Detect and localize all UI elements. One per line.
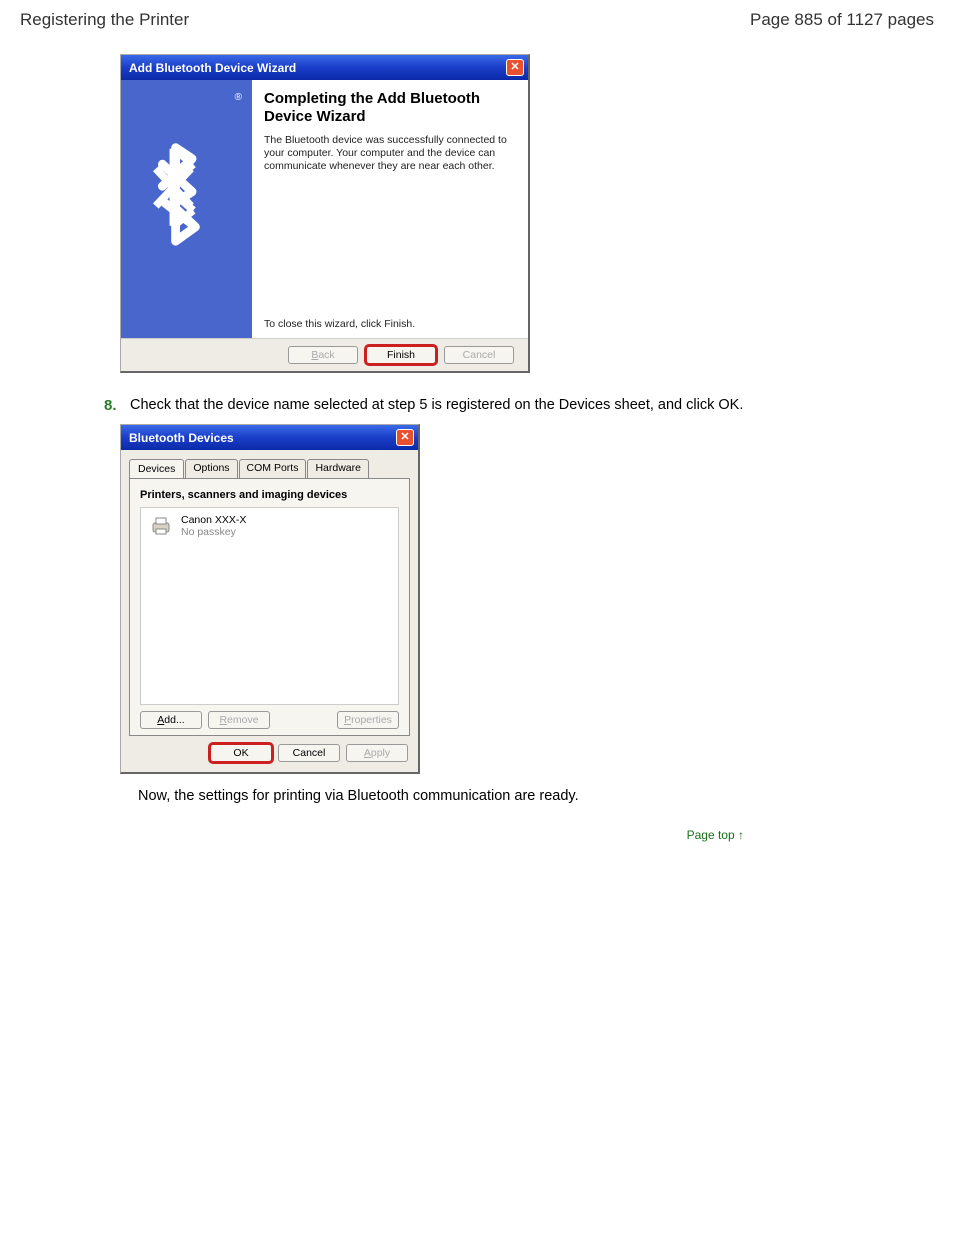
step-number: 8. <box>104 397 130 414</box>
devices-group-label: Printers, scanners and imaging devices <box>140 489 399 501</box>
tab-hardware[interactable]: Hardware <box>307 459 369 478</box>
cancel-button: Cancel <box>444 346 514 364</box>
add-button[interactable]: Add... <box>140 711 202 729</box>
wizard-body-text: The Bluetooth device was successfully co… <box>264 134 518 173</box>
ok-button[interactable]: OK <box>210 744 272 762</box>
step-text: Check that the device name selected at s… <box>130 397 743 414</box>
close-icon[interactable]: ✕ <box>506 59 524 76</box>
properties-button: Properties <box>337 711 399 729</box>
registered-icon: ® <box>235 92 242 103</box>
tab-com-ports[interactable]: COM Ports <box>239 459 307 478</box>
devices-title: Bluetooth Devices <box>129 431 234 445</box>
tab-options[interactable]: Options <box>185 459 237 478</box>
devices-window: Bluetooth Devices ✕ Devices Options COM … <box>120 424 420 774</box>
note-text: Now, the settings for printing via Bluet… <box>138 788 934 804</box>
tab-devices[interactable]: Devices <box>129 459 184 478</box>
close-icon[interactable]: ✕ <box>396 429 414 446</box>
device-name: Canon XXX-X <box>181 514 246 526</box>
wizard-title: Add Bluetooth Device Wizard <box>129 61 296 75</box>
finish-button[interactable]: Finish <box>366 346 436 364</box>
wizard-close-text: To close this wizard, click Finish. <box>264 318 518 334</box>
arrow-up-icon: ↑ <box>738 828 744 842</box>
list-item[interactable]: Canon XXX-X No passkey <box>149 514 390 538</box>
page-title: Registering the Printer <box>20 10 189 30</box>
page-top-link[interactable]: Page top ↑ <box>20 828 744 842</box>
page-number: Page 885 of 1127 pages <box>750 10 934 30</box>
apply-button: Apply <box>346 744 408 762</box>
back-button: Back <box>288 346 358 364</box>
wizard-heading: Completing the Add Bluetooth Device Wiza… <box>264 90 518 126</box>
remove-button: Remove <box>208 711 270 729</box>
wizard-window: Add Bluetooth Device Wizard ✕ ® <box>120 54 530 373</box>
cancel-button[interactable]: Cancel <box>278 744 340 762</box>
printer-icon <box>149 514 173 538</box>
device-meta: No passkey <box>181 526 246 538</box>
